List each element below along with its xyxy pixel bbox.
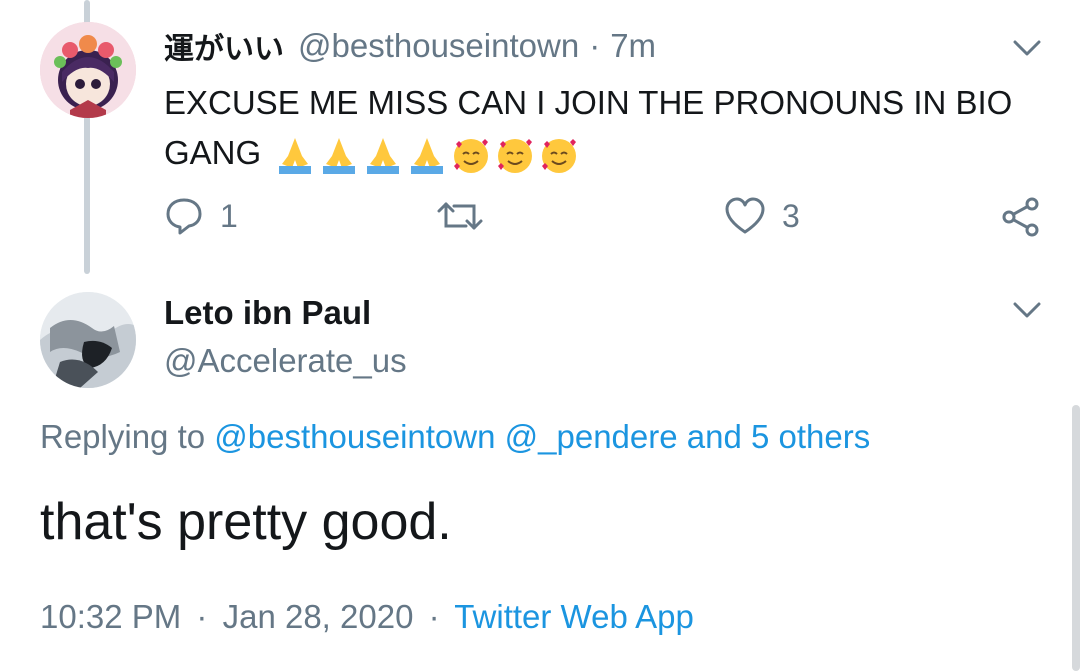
folded-hands-emoji xyxy=(367,138,400,175)
mention-link[interactable]: @_pendere xyxy=(505,418,678,455)
smiling-face-with-hearts-emoji xyxy=(454,139,489,174)
tweet-text: EXCUSE ME MISS CAN I JOIN THE PRONOUNS I… xyxy=(164,78,1054,178)
folded-hands-emoji xyxy=(323,138,356,175)
user-handle[interactable]: @Accelerate_us xyxy=(164,342,407,380)
heart-icon xyxy=(725,197,765,234)
tweet-timestamp[interactable]: 7m xyxy=(610,27,656,65)
retweet-icon xyxy=(437,202,483,230)
tweet-header: 運がいい @besthouseintown · 7m xyxy=(164,24,656,68)
reply-button[interactable]: 1 xyxy=(164,196,238,236)
reply-count: 1 xyxy=(220,197,238,234)
replying-to-label: Replying to xyxy=(40,418,206,455)
smiling-face-with-hearts-emoji xyxy=(498,139,533,174)
scrollbar[interactable] xyxy=(1072,405,1080,671)
tweet-date[interactable]: Jan 28, 2020 xyxy=(223,598,414,635)
tweet-source-link[interactable]: Twitter Web App xyxy=(454,598,694,635)
reply-icon xyxy=(166,198,202,235)
tweet-text: that's pretty good. xyxy=(40,493,452,551)
smiling-face-with-hearts-emoji xyxy=(542,139,577,174)
like-count: 3 xyxy=(782,197,800,234)
avatar[interactable] xyxy=(40,22,136,118)
like-button[interactable]: 3 xyxy=(724,196,800,236)
mention-link[interactable]: @besthouseintown xyxy=(214,418,495,455)
tweet-meta: 10:32 PM · Jan 28, 2020 · Twitter Web Ap… xyxy=(40,598,694,636)
separator-dot: · xyxy=(428,598,440,635)
tweet-actions: 1 3 xyxy=(164,196,1044,244)
separator-dot: · xyxy=(196,598,208,635)
avatar[interactable] xyxy=(40,292,136,388)
user-handle[interactable]: @besthouseintown xyxy=(298,27,579,65)
replying-to: Replying to @besthouseintown @_pendere a… xyxy=(40,418,870,456)
tweet-time[interactable]: 10:32 PM xyxy=(40,598,181,635)
anime-avatar-image xyxy=(40,22,136,118)
chevron-down-icon[interactable] xyxy=(1012,300,1042,320)
retweet-button[interactable] xyxy=(436,196,500,236)
share-icon xyxy=(1002,197,1039,237)
display-name[interactable]: Leto ibn Paul xyxy=(164,294,371,332)
folded-hands-emoji xyxy=(411,138,444,175)
emoji-group xyxy=(274,134,580,176)
display-name[interactable]: 運がいい xyxy=(164,24,284,68)
others-link[interactable]: and 5 others xyxy=(687,418,870,455)
profile-photo-image xyxy=(40,292,136,388)
separator-dot: · xyxy=(589,27,601,64)
share-button[interactable] xyxy=(1000,196,1042,238)
folded-hands-emoji xyxy=(279,138,312,175)
chevron-down-icon[interactable] xyxy=(1012,38,1042,58)
